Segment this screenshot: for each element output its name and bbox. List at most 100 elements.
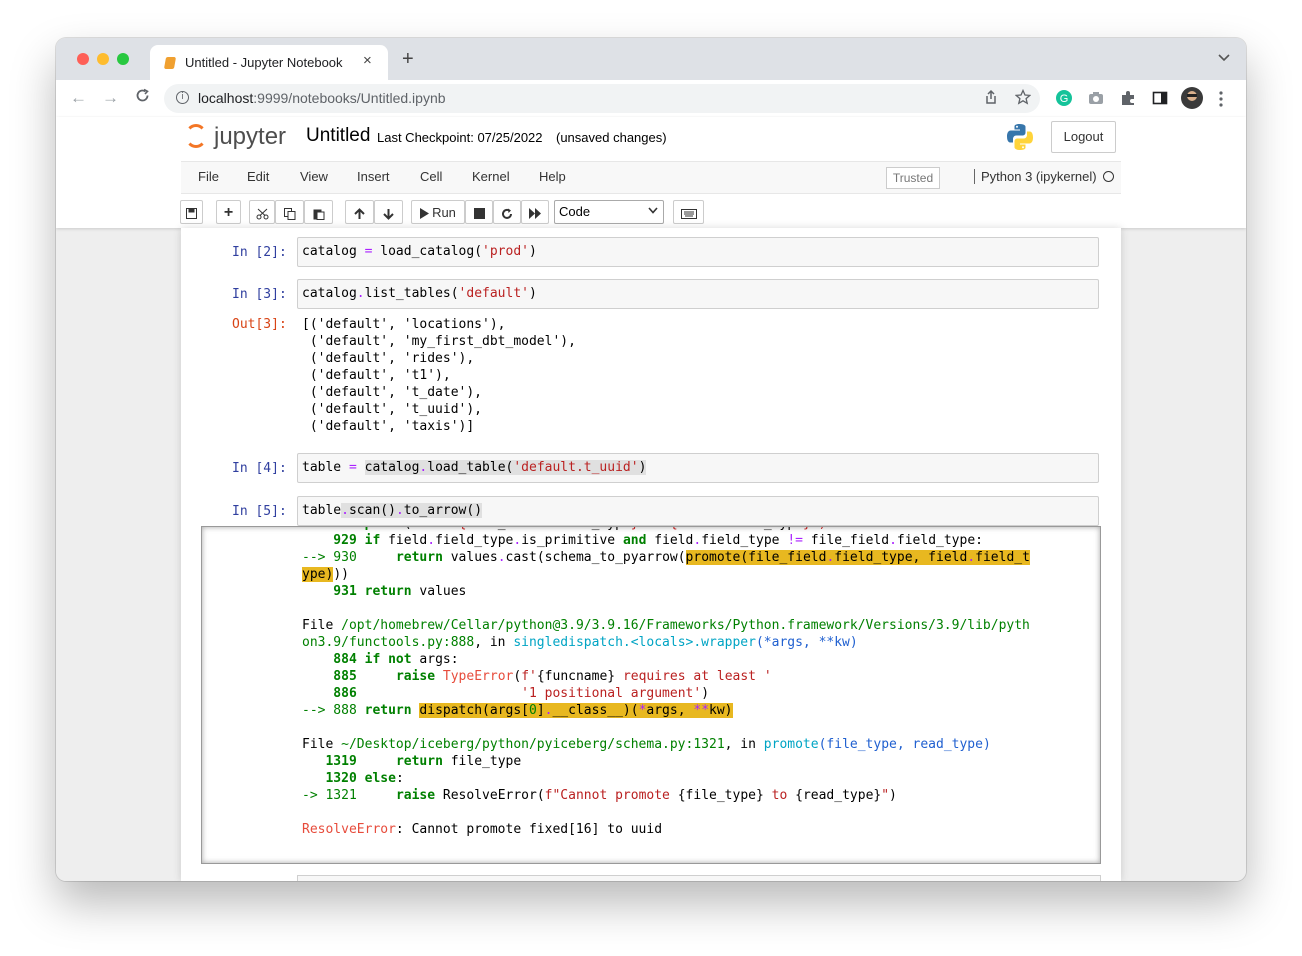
next-cell-input[interactable] (297, 875, 1101, 881)
traceback-line: 884 if not args: (302, 652, 459, 667)
cell-3-code: catalog.list_tables('default') (302, 286, 537, 301)
last-checkpoint: Last Checkpoint: 07/25/2022 (377, 130, 543, 145)
menu-kernel[interactable]: Kernel (472, 169, 510, 184)
traceback-line (302, 719, 1030, 736)
svg-text:G: G (1060, 93, 1069, 105)
camera-icon[interactable] (1088, 90, 1104, 111)
traceback-line: File ~/Desktop/iceberg/python/pyiceberg/… (302, 737, 991, 752)
restart-run-all-button[interactable] (521, 200, 549, 224)
cell-5-prompt: In [5]: (232, 504, 287, 519)
insert-cell-button[interactable]: + (216, 200, 241, 224)
cell-4-input[interactable]: table = catalog.load_table('default.t_uu… (297, 453, 1099, 483)
output-line: ('default', 't_date'), (302, 385, 483, 400)
menu-edit[interactable]: Edit (247, 169, 269, 184)
cell-3-output-prompt: Out[3]: (232, 317, 287, 332)
site-info-icon[interactable]: i (176, 91, 189, 104)
extensions-puzzle-icon[interactable] (1120, 90, 1136, 111)
traceback-line: -> 1321 raise ResolveError(f"Cannot prom… (302, 788, 897, 803)
tab-title: Untitled - Jupyter Notebook (185, 55, 343, 70)
tab-close-icon[interactable]: × (363, 52, 372, 69)
logout-button[interactable]: Logout (1051, 121, 1116, 153)
notebook-container: In [2]: catalog = load_catalog('prod') I… (181, 228, 1121, 881)
side-panel-icon[interactable] (1152, 90, 1168, 111)
cell-type-select[interactable]: Code (554, 200, 664, 224)
trusted-badge[interactable]: Trusted (886, 167, 940, 189)
paste-cell-button[interactable] (304, 200, 333, 224)
move-cell-down-button[interactable] (374, 200, 403, 224)
tab-strip: Untitled - Jupyter Notebook × + (56, 38, 1246, 80)
copy-cell-button[interactable] (275, 200, 304, 224)
cut-cell-button[interactable] (249, 200, 275, 224)
restart-kernel-button[interactable] (493, 200, 521, 224)
jupyter-header: jupyter Untitled Last Checkpoint: 07/25/… (56, 117, 1246, 228)
tab-search-icon[interactable] (1218, 50, 1230, 65)
back-icon[interactable]: ← (70, 88, 87, 108)
new-tab-button[interactable]: + (402, 48, 414, 71)
menu-file[interactable]: File (198, 169, 219, 184)
menu-cell[interactable]: Cell (420, 169, 442, 184)
interrupt-kernel-button[interactable] (465, 200, 493, 224)
traceback-text: 928 print(f"Got {file_field.field_type} … (302, 527, 1030, 838)
kernel-idle-indicator-icon (1103, 171, 1114, 182)
browser-menu-icon[interactable] (1219, 91, 1223, 112)
reload-icon[interactable] (135, 88, 150, 108)
minimize-window-button[interactable] (97, 53, 109, 65)
browser-window: Untitled - Jupyter Notebook × + ← → i lo… (56, 38, 1246, 881)
traceback-line: --> 888 return dispatch(args[0].__class_… (302, 703, 733, 718)
bookmark-star-icon[interactable] (1014, 88, 1032, 109)
output-line: [('default', 'locations'), (302, 317, 506, 332)
traceback-line: ResolveError: Cannot promote fixed[16] t… (302, 821, 1030, 838)
traceback-line: 931 return values (302, 584, 467, 599)
traceback-line: 929 if field.field_type.is_primitive and… (302, 533, 983, 548)
address-bar[interactable]: i localhost:9999/notebooks/Untitled.ipyn… (164, 84, 1040, 113)
unsaved-changes: (unsaved changes) (556, 130, 667, 145)
output-line: ('default', 't1'), (302, 368, 451, 383)
output-line: ('default', 't_uuid'), (302, 402, 483, 417)
browser-toolbar: ← → i localhost:9999/notebooks/Untitled.… (56, 80, 1246, 118)
output-line: ('default', 'my_first_dbt_model'), (302, 334, 576, 349)
error-message: : Cannot promote fixed[16] to uuid (395, 822, 663, 837)
notebook-toolbar: + Run Code (180, 200, 1120, 226)
error-name: ResolveError (302, 822, 396, 837)
traceback-line: ype))) (302, 567, 349, 582)
run-cell-button[interactable]: Run (411, 200, 465, 224)
traceback-line: on3.9/functools.py:888, in singledispatc… (302, 635, 858, 650)
zoom-window-button[interactable] (117, 53, 129, 65)
cell-3-input[interactable]: catalog.list_tables('default') (297, 279, 1099, 309)
cell-2-code: catalog = load_catalog('prod') (302, 244, 537, 259)
jupyter-logo-text[interactable]: jupyter (214, 123, 286, 151)
menu-view[interactable]: View (300, 169, 328, 184)
browser-tab[interactable]: Untitled - Jupyter Notebook × (150, 45, 388, 80)
menu-help[interactable]: Help (539, 169, 566, 184)
cell-5-input[interactable]: table.scan().to_arrow() (297, 496, 1099, 526)
forward-icon[interactable]: → (102, 88, 119, 108)
traceback-line (302, 804, 1030, 821)
notebook-name[interactable]: Untitled (306, 125, 370, 147)
command-palette-button[interactable] (673, 200, 704, 224)
menu-insert[interactable]: Insert (357, 169, 390, 184)
notebook-favicon-icon (163, 57, 177, 69)
cell-2-prompt: In [2]: (232, 245, 287, 260)
cell-4-prompt: In [4]: (232, 461, 287, 476)
traceback-line: 886 '1 positional argument') (302, 686, 710, 701)
jupyter-logo-icon[interactable] (185, 124, 207, 148)
traceback-output[interactable]: 928 print(f"Got {file_field.field_type} … (201, 526, 1101, 864)
chevron-down-icon (648, 201, 658, 223)
traceback-line: 885 raise TypeError(f'{funcname} require… (302, 669, 772, 684)
share-icon[interactable] (984, 89, 998, 109)
kernel-name[interactable]: Python 3 (ipykernel) (974, 169, 1097, 184)
traceback-line: --> 930 return values.cast(schema_to_pya… (302, 550, 1030, 565)
close-window-button[interactable] (77, 53, 89, 65)
profile-avatar[interactable] (1181, 87, 1203, 114)
cell-2-input[interactable]: catalog = load_catalog('prod') (297, 237, 1099, 267)
python-logo-icon (1006, 123, 1034, 156)
notebook-menubar: File Edit View Insert Cell Kernel Help T… (181, 161, 1121, 194)
traceback-line (302, 600, 1030, 617)
save-button[interactable] (180, 200, 203, 224)
traceback-line: 1320 else: (302, 771, 404, 786)
grammarly-icon[interactable]: G (1056, 90, 1072, 111)
cell-5-code: table.scan().to_arrow() (302, 503, 483, 518)
output-line: ('default', 'taxis')] (302, 419, 475, 434)
traceback-line: File /opt/homebrew/Cellar/python@3.9/3.9… (302, 618, 1030, 633)
move-cell-up-button[interactable] (345, 200, 374, 224)
